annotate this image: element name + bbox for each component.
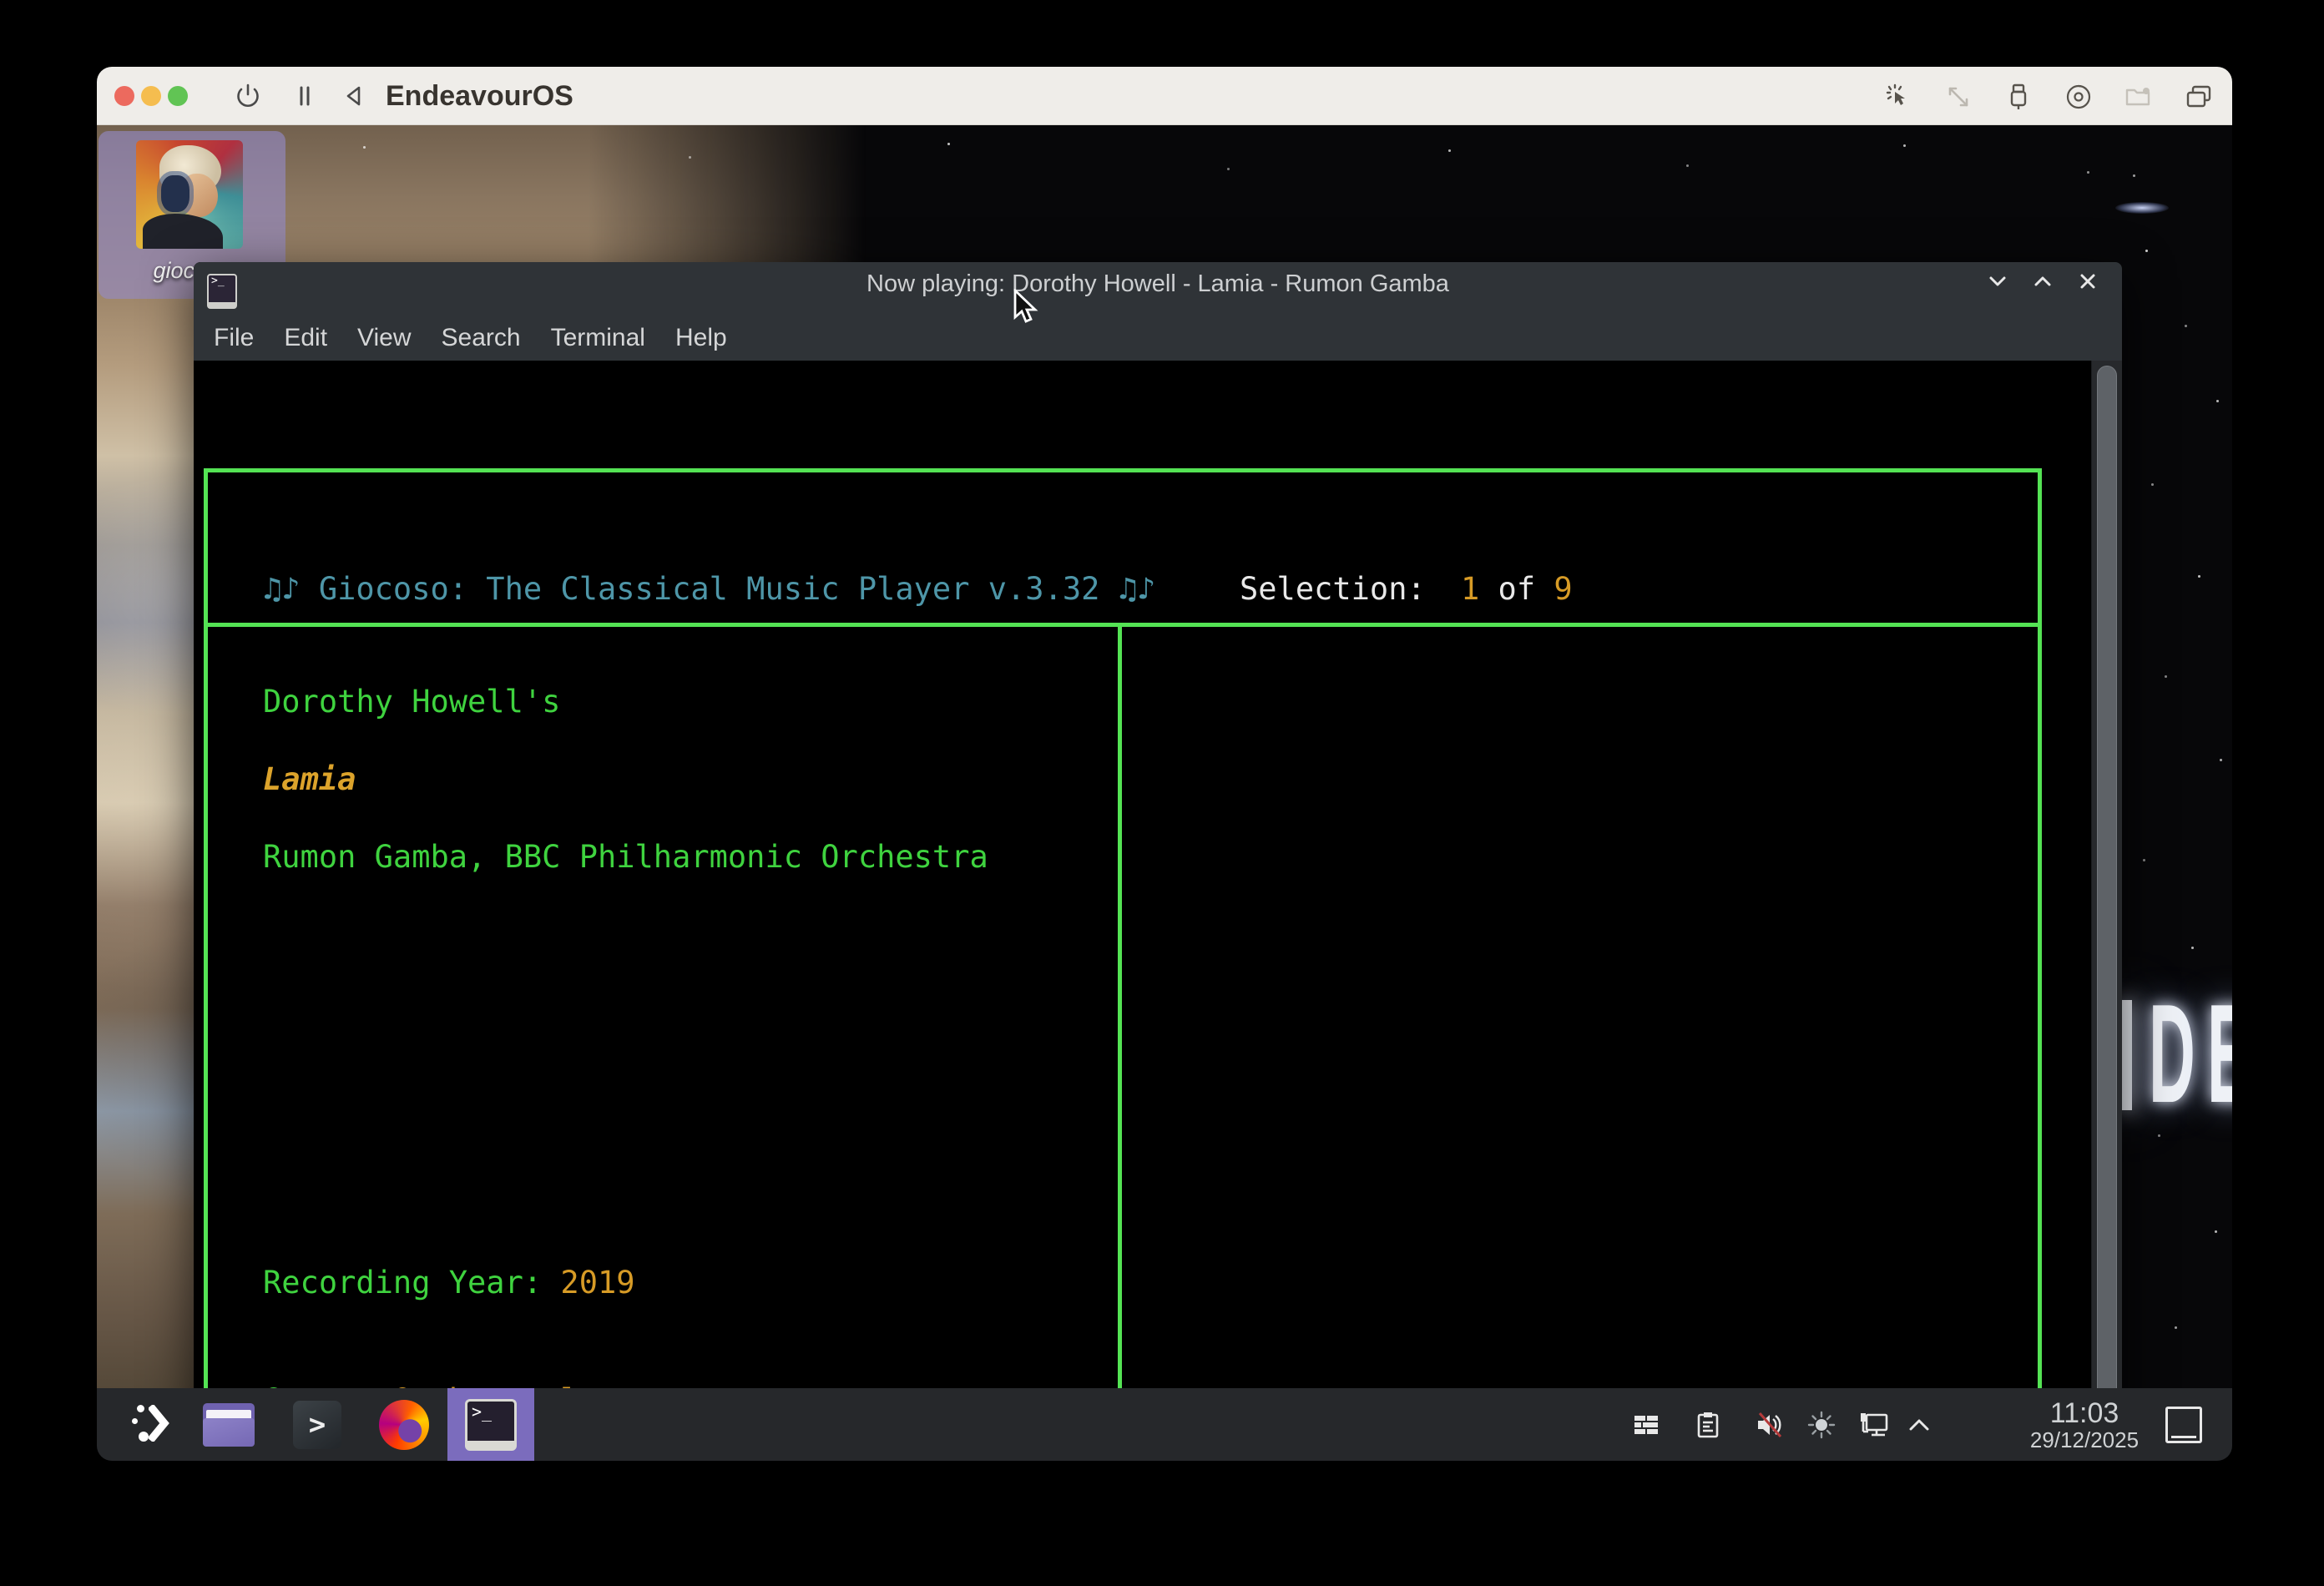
mouse-cursor [1013,289,1042,327]
scrollbar[interactable] [2091,361,2122,1445]
terminal-chevron-icon: > [293,1401,341,1449]
brightness-tray-icon[interactable] [1806,1409,1837,1441]
active-task-xterm[interactable]: >_ [447,1388,534,1461]
updates-tray-icon[interactable] [1631,1410,1661,1440]
folder-icon [203,1403,255,1447]
window-title: Now playing: Dorothy Howell - Lamia - Ru… [194,270,2122,298]
volume-muted-tray-icon[interactable] [1753,1408,1786,1442]
firefox-icon [379,1400,429,1450]
clock-time: 11:03 [2050,1398,2119,1428]
displays-icon[interactable] [2184,82,2214,112]
terminal-screen[interactable]: ♫♪ Giocoso: The Classical Music Player v… [194,361,2122,1445]
show-desktop-button[interactable] [2165,1407,2202,1443]
back-icon[interactable] [340,82,368,110]
pause-icon[interactable] [290,82,319,110]
detail-year: Recording Year: 2019 [263,1263,746,1302]
banner-box: ♫♪ Giocoso: The Classical Music Player v… [204,468,2042,627]
minimize-button[interactable] [141,86,161,106]
clipboard-tray-icon[interactable] [1693,1410,1723,1440]
app-title: ♫♪ Giocoso: The Classical Music Player v… [263,569,1155,609]
file-manager-button[interactable] [197,1388,260,1461]
giocoso-artwork [136,140,243,249]
now-playing-box: Dorothy Howell's Lamia Rumon Gamba, BBC … [204,623,2042,1393]
menu-bar: File Edit View Search Terminal Help [214,324,727,352]
disc-icon[interactable] [2064,82,2094,112]
composer-line: Dorothy Howell's [263,682,560,721]
menu-file[interactable]: File [214,324,254,352]
desktop: D E giocoso >_ Now playing: Dorothy Howe… [97,125,2232,1461]
menu-view[interactable]: View [357,324,411,352]
clock-date: 29/12/2025 [2030,1428,2139,1452]
window-maximize-button[interactable] [2030,269,2055,294]
performers-line: Rumon Gamba, BBC Philharmonic Orchestra [263,837,988,876]
vm-title: EndeavourOS [386,80,573,113]
menu-terminal[interactable]: Terminal [551,324,645,352]
shared-folder-icon[interactable] [2124,82,2154,112]
clock-widget[interactable]: 11:03 29/12/2025 [2022,1388,2147,1461]
wallpaper-galaxy [2115,202,2169,214]
firefox-button[interactable] [372,1388,436,1461]
app-launcher-button[interactable] [122,1388,185,1461]
wallpaper-stars [97,125,98,126]
zoom-button[interactable] [168,86,188,106]
cursor-capture-icon[interactable] [1883,82,1913,112]
usb-icon[interactable] [2003,82,2034,112]
wallpaper-letter: D [2149,983,2195,1124]
close-button[interactable] [114,86,134,106]
konsole-button[interactable]: > [285,1388,349,1461]
scrollbar-thumb[interactable] [2097,366,2117,1407]
taskbar: > >_ [97,1388,2232,1461]
terminal-window: >_ Now playing: Dorothy Howell - Lamia -… [194,262,2122,1445]
xterm-icon: >_ [465,1399,517,1451]
power-icon[interactable] [234,82,262,110]
menu-search[interactable]: Search [442,324,521,352]
vm-chrome-bar: EndeavourOS [97,67,2232,125]
status-selection: Selection:1 of 9 [1240,569,1833,609]
window-minimize-button[interactable] [1985,269,2010,294]
tray-expand-chevron-icon[interactable] [1904,1410,1934,1440]
resize-icon[interactable] [1943,82,1973,112]
wallpaper-letter-fragment [2120,1000,2132,1110]
window-titlebar[interactable]: >_ Now playing: Dorothy Howell - Lamia -… [194,262,2122,361]
menu-edit[interactable]: Edit [284,324,327,352]
work-title: Lamia [263,760,356,799]
wallpaper-letter: E [2207,983,2232,1124]
menu-help[interactable]: Help [675,324,727,352]
window-close-button[interactable] [2075,269,2100,294]
network-display-tray-icon[interactable] [1857,1408,1890,1442]
launcher-icon [130,1402,177,1448]
vm-window: EndeavourOS [97,67,2232,1461]
panel-divider [1118,627,1122,1389]
